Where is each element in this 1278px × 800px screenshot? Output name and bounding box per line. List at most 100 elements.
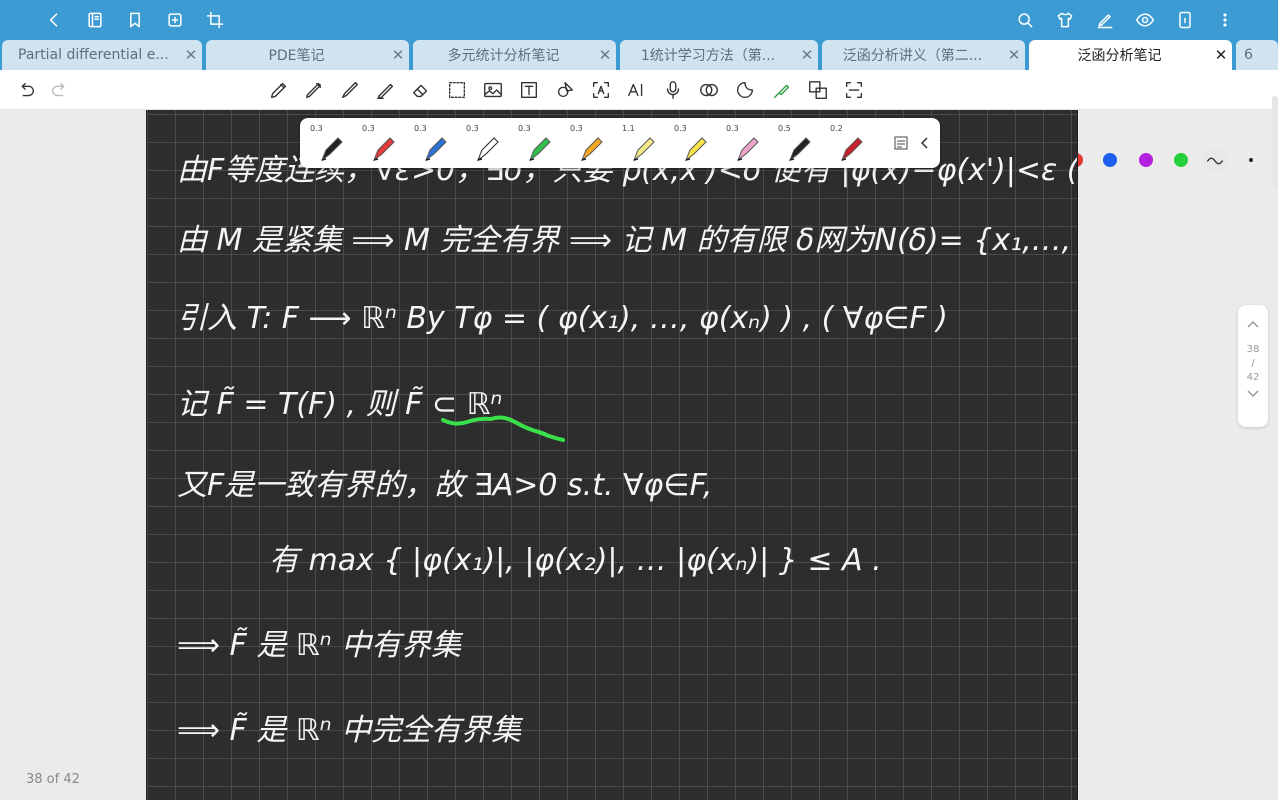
pen-icon bbox=[632, 137, 655, 162]
handwriting-line: 引入 T: F ⟶ ℝⁿ By Tφ = ( φ(x₁), …, φ(xₙ) )… bbox=[177, 301, 948, 336]
close-icon[interactable]: ✕ bbox=[1003, 46, 1025, 64]
fountain-pen-icon[interactable] bbox=[267, 78, 291, 102]
device-icon[interactable] bbox=[1173, 8, 1197, 32]
color-swatch-blue[interactable] bbox=[1103, 153, 1117, 167]
sticker-icon[interactable] bbox=[733, 78, 757, 102]
pen-preset-7[interactable]: 1.1 bbox=[620, 122, 660, 164]
tab-statistical-learning[interactable]: 1统计学习方法（第... ✕ bbox=[620, 40, 818, 70]
color-swatch-purple[interactable] bbox=[1139, 153, 1153, 167]
handwriting-line: ⟹ F̃ 是 ℝⁿ 中完全有界集 bbox=[177, 713, 524, 748]
text-box-icon[interactable] bbox=[517, 78, 541, 102]
pencil-icon[interactable] bbox=[302, 78, 326, 102]
tab-label: 1统计学习方法（第... bbox=[640, 48, 776, 64]
pen-preset-3[interactable]: 0.3 bbox=[412, 122, 452, 164]
pen-preset-9[interactable]: 0.3 bbox=[724, 122, 764, 164]
notebook-outline-icon[interactable] bbox=[83, 8, 107, 32]
laser-pointer-icon[interactable] bbox=[770, 78, 794, 102]
handwriting-line: 由 M 是紧集 ⟹ M 完全有界 ⟹ 记 M 的有限 δ网为N(δ)= {x₁,… bbox=[177, 223, 1078, 258]
shirt-icon[interactable] bbox=[1053, 8, 1077, 32]
note-canvas[interactable]: 由F等度连续，∀ε>0，∃δ，只要 ρ(x,x')<δ 便有 |φ(x)−φ(x… bbox=[146, 110, 1078, 800]
pen-icon bbox=[528, 137, 551, 162]
crop-icon[interactable] bbox=[203, 8, 227, 32]
current-page-number: 38 bbox=[1246, 344, 1260, 355]
tab-label: 泛函分析讲义（第二... bbox=[842, 48, 983, 64]
handwriting-line: 记 F̃ = T(F) , 则 F̃ ⊂ ℝⁿ bbox=[177, 387, 502, 422]
close-icon[interactable]: ✕ bbox=[796, 46, 818, 64]
tab-pde-english[interactable]: Partial differential e... ✕ bbox=[2, 40, 202, 70]
pen-icon bbox=[476, 137, 499, 162]
pen-icon bbox=[372, 137, 395, 162]
ocr-icon[interactable] bbox=[842, 78, 866, 102]
total-page-number: 42 bbox=[1246, 372, 1260, 383]
pen-preset-6[interactable]: 0.3 bbox=[568, 122, 608, 164]
translate-icon[interactable] bbox=[806, 78, 830, 102]
close-icon[interactable]: ✕ bbox=[387, 46, 409, 64]
page-separator: / bbox=[1251, 358, 1255, 369]
stroke-style-icon[interactable] bbox=[1203, 148, 1227, 172]
undo-icon[interactable] bbox=[14, 78, 38, 102]
tab-multivariate-notes[interactable]: 多元统计分析笔记 ✕ bbox=[413, 40, 616, 70]
lasso-select-icon[interactable] bbox=[445, 78, 469, 102]
tab-pde-notes[interactable]: PDE笔记 ✕ bbox=[206, 40, 409, 70]
pen-size-label: 0.3 bbox=[466, 124, 479, 133]
dot-size-indicator[interactable] bbox=[1249, 158, 1253, 162]
handwriting-layer: 由F等度连续，∀ε>0，∃δ，只要 ρ(x,x')<δ 便有 |φ(x)−φ(x… bbox=[177, 153, 1078, 748]
image-icon[interactable] bbox=[481, 78, 505, 102]
pen-preset-4[interactable]: 0.3 bbox=[464, 122, 504, 164]
handwriting-line: 又F是一致有界的，故 ∃A>0 s.t. ∀φ∈F, bbox=[177, 468, 712, 503]
close-icon[interactable]: ✕ bbox=[594, 46, 616, 64]
ai-icon[interactable] bbox=[625, 78, 649, 102]
right-edge-scrollbar[interactable] bbox=[1272, 96, 1278, 188]
chevron-up-icon[interactable] bbox=[1238, 319, 1268, 332]
eraser-icon[interactable] bbox=[409, 78, 433, 102]
pen-size-label: 0.2 bbox=[830, 124, 843, 133]
tab-label: Partial differential e... bbox=[18, 47, 169, 63]
tab-label: 6 bbox=[1244, 47, 1253, 63]
pen-icon bbox=[736, 137, 759, 162]
microphone-icon[interactable] bbox=[661, 78, 685, 102]
collapse-palette-icon[interactable] bbox=[917, 134, 933, 152]
chevron-down-icon[interactable] bbox=[1238, 389, 1268, 402]
add-page-icon[interactable] bbox=[163, 8, 187, 32]
eye-icon[interactable] bbox=[1133, 8, 1157, 32]
more-vertical-icon[interactable] bbox=[1213, 8, 1237, 32]
pen-icon bbox=[580, 137, 603, 162]
tab-more[interactable]: 6 bbox=[1236, 40, 1278, 70]
pen-preset-2[interactable]: 0.3 bbox=[360, 122, 400, 164]
pen-preset-11[interactable]: 0.2 bbox=[828, 122, 868, 164]
search-icon[interactable] bbox=[1013, 8, 1037, 32]
back-icon[interactable] bbox=[42, 8, 66, 32]
pen-edit-icon[interactable] bbox=[1093, 8, 1117, 32]
tab-label: PDE笔记 bbox=[268, 48, 325, 64]
pen-preset-8[interactable]: 0.3 bbox=[672, 122, 712, 164]
highlighter-icon[interactable] bbox=[373, 78, 397, 102]
pen-size-label: 0.3 bbox=[362, 124, 375, 133]
audio-recording-icon[interactable] bbox=[697, 78, 721, 102]
page-scroll-indicator[interactable]: 38 / 42 bbox=[1238, 305, 1268, 427]
pen-preset-1[interactable]: 0.3 bbox=[308, 122, 348, 164]
close-icon[interactable]: ✕ bbox=[1210, 46, 1232, 64]
color-swatch-green[interactable] bbox=[1174, 153, 1188, 167]
drawing-toolbar bbox=[0, 70, 1278, 172]
shape-icon[interactable] bbox=[553, 78, 577, 102]
tab-label: 多元统计分析笔记 bbox=[447, 48, 560, 64]
pen-preset-10[interactable]: 0.5 bbox=[776, 122, 816, 164]
top-app-bar bbox=[0, 0, 1278, 40]
tab-functional-analysis-lecture[interactable]: 泛函分析讲义（第二... ✕ bbox=[822, 40, 1025, 70]
pen-palette: 0.3 0.3 0.3 0.3 0.3 0.3 1.1 0.3 0.3 0.5 0.2 bbox=[300, 118, 940, 168]
pen-size-label: 0.3 bbox=[726, 124, 739, 133]
pen-size-label: 0.3 bbox=[310, 124, 323, 133]
redo-icon[interactable] bbox=[48, 78, 72, 102]
pen-preset-5[interactable]: 0.3 bbox=[516, 122, 556, 164]
pen-icon bbox=[424, 137, 447, 162]
pen-size-label: 1.1 bbox=[622, 124, 635, 133]
pen-size-label: 0.3 bbox=[570, 124, 583, 133]
brush-pen-icon[interactable] bbox=[338, 78, 362, 102]
bookmark-icon[interactable] bbox=[123, 8, 147, 32]
close-icon[interactable]: ✕ bbox=[180, 46, 202, 64]
tab-bar: Partial differential e... ✕ PDE笔记 ✕ 多元统计分析… bbox=[0, 40, 1278, 70]
pen-icon bbox=[840, 137, 863, 162]
pen-list-icon[interactable] bbox=[892, 134, 910, 152]
tab-functional-analysis-notes[interactable]: 泛函分析笔记 ✕ bbox=[1029, 40, 1232, 70]
text-recognition-icon[interactable] bbox=[589, 78, 613, 102]
